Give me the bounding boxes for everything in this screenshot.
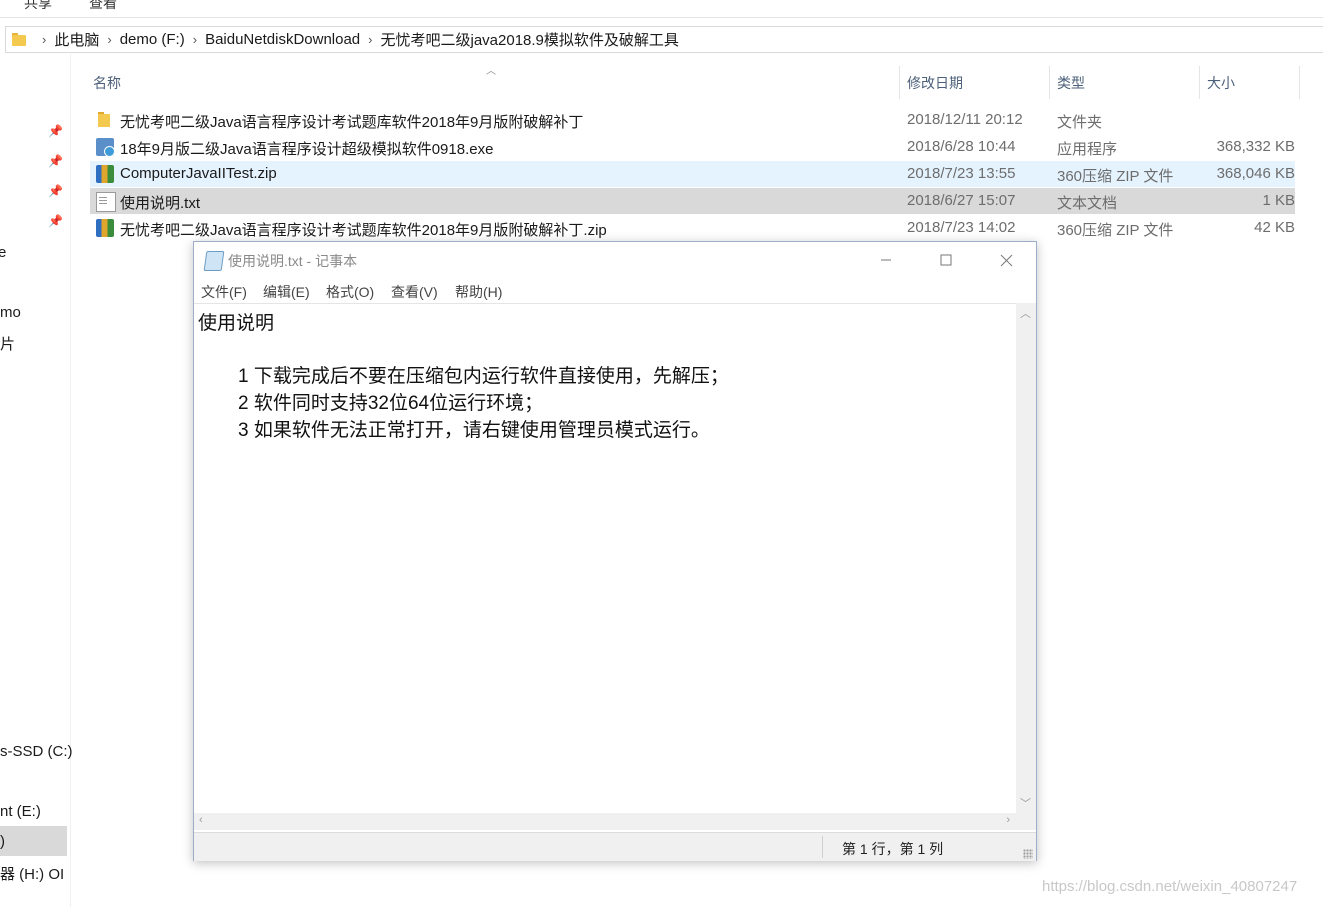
folder-icon [12,33,26,46]
notepad-titlebar[interactable]: 使用说明.txt - 记事本 [194,242,1036,278]
pin-icon[interactable]: 📌 [48,124,63,138]
notepad-title: 使用说明.txt - 记事本 [228,253,358,269]
column-header-name[interactable]: 名称 [93,73,121,93]
file-row[interactable]: 18年9月版二级Java语言程序设计超级模拟软件0918.exe 2018/6/… [90,134,1295,160]
column-separator[interactable] [1049,66,1050,99]
nav-item-pictures[interactable]: 片 [0,333,15,354]
text-line-2: 2 软件同时支持32位64位运行环境； [238,393,544,414]
file-row-selected[interactable]: 使用说明.txt 2018/6/27 15:07 文本文档 1 KB [90,188,1295,214]
pin-icon[interactable]: 📌 [48,184,63,198]
pin-icon[interactable]: 📌 [48,214,63,228]
menu-edit[interactable]: 编辑(E) [263,282,310,302]
nav-item-drive-h[interactable]: 器 (H:) OI [0,863,64,884]
file-row[interactable]: 无忧考吧二级Java语言程序设计考试题库软件2018年9月版附破解补丁.zip … [90,215,1295,241]
file-name[interactable]: 无忧考吧二级Java语言程序设计考试题库软件2018年9月版附破解补丁.zip [120,219,607,240]
nav-item-selected-bg [0,826,67,856]
vertical-scrollbar[interactable]: ︿ ﹀ [1016,303,1036,813]
chevron-right-icon[interactable]: › [366,32,374,47]
menu-help[interactable]: 帮助(H) [455,282,502,302]
horizontal-scrollbar[interactable]: ‹ › [194,813,1016,830]
column-header-modified[interactable]: 修改日期 [907,73,963,93]
file-size: 368,332 KB [1216,138,1295,155]
breadcrumb-drive[interactable]: demo (F:) [114,31,191,48]
column-separator[interactable] [1299,66,1300,99]
text-line-1: 1 下载完成后不要在压缩包内运行软件直接使用，先解压； [238,366,729,387]
nav-item[interactable]: e [0,244,6,261]
notepad-text-area[interactable]: 使用说明 1 下载完成后不要在压缩包内运行软件直接使用，先解压； 2 软件同时支… [194,303,1016,814]
nav-item-demo[interactable]: mo [0,304,21,321]
column-separator[interactable] [899,66,900,99]
file-name[interactable]: 18年9月版二级Java语言程序设计超级模拟软件0918.exe [120,138,493,159]
menu-file[interactable]: 文件(F) [201,282,247,302]
status-separator [822,836,823,858]
ribbon-tab-view[interactable]: 查看 [89,0,117,13]
file-date: 2018/6/27 15:07 [907,192,1016,209]
file-type: 360压缩 ZIP 文件 [1057,222,1174,239]
column-header-size[interactable]: 大小 [1207,73,1235,93]
scroll-up-icon[interactable]: ︿ [1020,305,1031,321]
chevron-right-icon[interactable]: › [40,32,48,47]
file-date: 2018/7/23 14:02 [907,219,1016,236]
resize-grip-icon[interactable] [1023,849,1033,859]
file-date: 2018/6/28 10:44 [907,138,1016,155]
txt-icon [96,192,116,212]
nav-item-drive-e[interactable]: nt (E:) [0,803,41,820]
maximize-icon [940,254,952,266]
notepad-menubar: 文件(F) 编辑(E) 格式(O) 查看(V) 帮助(H) [194,280,1036,302]
minimize-button[interactable] [857,242,915,278]
file-type: 文本文档 [1057,195,1118,212]
notepad-app-icon [203,251,225,271]
zip-icon [96,165,114,183]
file-row[interactable]: 无忧考吧二级Java语言程序设计考试题库软件2018年9月版附破解补丁 2018… [90,107,1295,133]
file-size: 1 KB [1262,192,1295,209]
file-date: 2018/7/23 13:55 [907,165,1016,182]
scroll-left-icon[interactable]: ‹ [199,814,203,826]
file-name[interactable]: 使用说明.txt [120,192,200,213]
text-heading: 使用说明 [198,313,275,334]
file-size: 368,046 KB [1216,165,1295,182]
maximize-button[interactable] [917,242,975,278]
file-date: 2018/12/11 20:12 [907,111,1023,128]
close-icon [1000,254,1012,266]
scrollbar-corner [1016,813,1036,830]
ribbon-tab-share[interactable]: 共享 [24,0,52,13]
menu-view[interactable]: 查看(V) [391,282,438,302]
scroll-down-icon[interactable]: ﹀ [1020,795,1031,811]
breadcrumb-current-folder[interactable]: 无忧考吧二级java2018.9模拟软件及破解工具 [375,29,685,50]
close-button[interactable] [977,242,1035,278]
nav-item-drive-f[interactable]: ) [0,833,5,850]
cursor-position: 第 1 行，第 1 列 [842,841,944,857]
menu-format[interactable]: 格式(O) [326,282,374,302]
nav-item-drive-c[interactable]: s-SSD (C:) [0,743,73,760]
exe-icon [96,138,115,157]
file-type: 应用程序 [1057,141,1118,158]
breadcrumb-this-pc[interactable]: 此电脑 [48,29,105,50]
minimize-icon [881,259,891,261]
file-name[interactable]: 无忧考吧二级Java语言程序设计考试题库软件2018年9月版附破解补丁 [120,111,583,132]
file-row-hovered[interactable]: ComputerJavaIITest.zip 2018/7/23 13:55 3… [90,161,1295,187]
file-name[interactable]: ComputerJavaIITest.zip [120,165,277,182]
chevron-right-icon[interactable]: › [105,32,113,47]
column-header-type[interactable]: 类型 [1057,73,1085,93]
sort-ascending-icon: ︿ [486,66,496,77]
breadcrumb-download[interactable]: BaiduNetdiskDownload [199,31,366,48]
navigation-pane[interactable]: 📌 📌 📌 📌 e mo 片 s-SSD (C:) nt (E:) ) 器 (H… [0,54,73,907]
text-line-3: 3 如果软件无法正常打开，请右键使用管理员模式运行。 [238,420,710,441]
file-size: 42 KB [1254,219,1295,236]
column-separator[interactable] [1199,66,1200,99]
notepad-window[interactable]: 使用说明.txt - 记事本 文件(F) 编辑(E) 格式(O) 查看(V) 帮… [193,241,1037,861]
watermark-url: https://blog.csdn.net/weixin_40807247 [1042,878,1298,895]
zip-icon [96,219,114,237]
file-type: 文件夹 [1057,114,1103,131]
ribbon-divider [0,17,1323,18]
scroll-right-icon[interactable]: › [1006,814,1010,826]
address-bar[interactable]: › 此电脑 › demo (F:) › BaiduNetdiskDownload… [5,26,1323,53]
status-bar: 第 1 行，第 1 列 [194,832,1036,861]
pin-icon[interactable]: 📌 [48,154,63,168]
folder-icon [96,111,114,129]
file-type: 360压缩 ZIP 文件 [1057,168,1174,185]
chevron-right-icon[interactable]: › [191,32,199,47]
